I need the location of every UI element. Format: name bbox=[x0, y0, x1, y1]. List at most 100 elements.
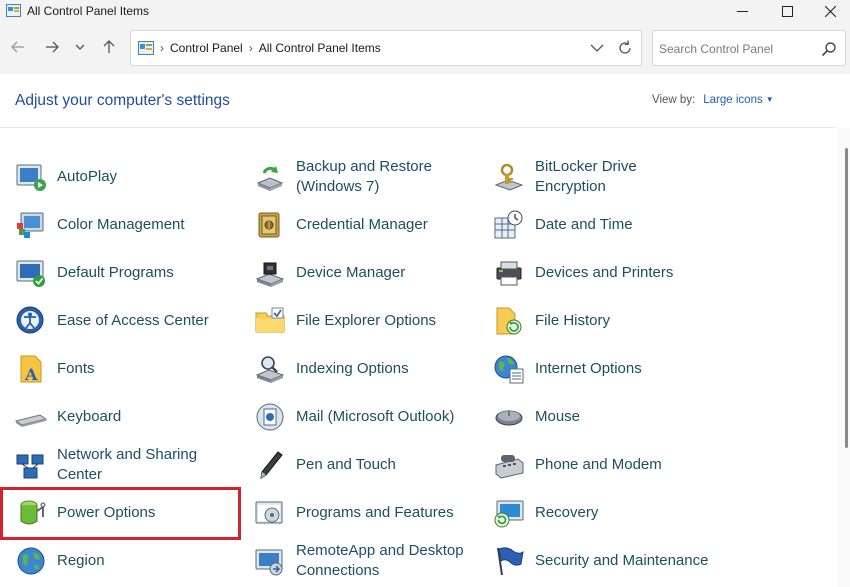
item-label: File Explorer Options bbox=[296, 312, 437, 329]
navigation-bar: › Control Panel › All Control Panel Items bbox=[0, 22, 850, 74]
search-box[interactable] bbox=[652, 30, 846, 66]
programs-features-icon bbox=[255, 501, 283, 524]
item-label: Credential Manager bbox=[296, 216, 428, 233]
window-title: All Control Panel Items bbox=[27, 4, 150, 18]
breadcrumb-all-items[interactable]: All Control Panel Items bbox=[259, 41, 381, 55]
vault-icon bbox=[258, 212, 280, 238]
item-network-sharing[interactable]: Network and Sharing Center bbox=[15, 443, 235, 487]
item-label: Mail (Microsoft Outlook) bbox=[296, 408, 455, 425]
breadcrumb-separator[interactable]: › bbox=[249, 41, 253, 55]
phone-icon bbox=[495, 455, 524, 479]
chevron-down-icon bbox=[75, 44, 85, 50]
item-label: Connections bbox=[296, 562, 380, 579]
caret-down-icon[interactable]: ▼ bbox=[766, 95, 774, 104]
item-region[interactable]: Region bbox=[15, 539, 235, 583]
item-programs-features[interactable]: Programs and Features bbox=[254, 491, 484, 535]
item-label: RemoteApp and Desktop bbox=[296, 542, 464, 559]
item-date-time[interactable]: Date and Time bbox=[493, 203, 723, 247]
item-label: Pen and Touch bbox=[296, 456, 396, 473]
up-button[interactable] bbox=[99, 36, 119, 58]
indexing-icon bbox=[255, 356, 285, 383]
item-autoplay[interactable]: AutoPlay bbox=[15, 155, 235, 199]
item-label: BitLocker Drive bbox=[535, 158, 637, 175]
item-label: Recovery bbox=[535, 504, 599, 521]
item-security-maintenance[interactable]: Security and Maintenance bbox=[493, 539, 723, 583]
item-label: Encryption bbox=[535, 178, 606, 195]
item-internet-options[interactable]: Internet Options bbox=[493, 347, 723, 391]
item-device-manager[interactable]: Device Manager bbox=[254, 251, 484, 295]
view-by: View by: Large icons ▼ bbox=[652, 94, 774, 106]
chevron-down-icon[interactable] bbox=[587, 39, 607, 57]
internet-options-icon bbox=[494, 355, 524, 384]
recovery-icon bbox=[494, 500, 524, 528]
item-label: Ease of Access Center bbox=[57, 312, 209, 329]
item-file-history[interactable]: File History bbox=[493, 299, 723, 343]
mouse-icon bbox=[495, 410, 523, 426]
scrollbar-thumb[interactable] bbox=[845, 148, 848, 448]
bitlocker-icon bbox=[494, 163, 524, 191]
item-remoteapp[interactable]: RemoteApp and Desktop Connections bbox=[254, 539, 484, 583]
item-color-management[interactable]: Color Management bbox=[15, 203, 235, 247]
address-bar[interactable]: › Control Panel › All Control Panel Items bbox=[130, 30, 642, 66]
forward-button[interactable] bbox=[42, 36, 62, 58]
item-label: Indexing Options bbox=[296, 360, 409, 377]
item-label: Default Programs bbox=[57, 264, 174, 281]
back-button[interactable] bbox=[8, 36, 28, 58]
search-icon[interactable] bbox=[821, 41, 837, 57]
default-programs-icon bbox=[16, 260, 45, 287]
breadcrumb-control-panel[interactable]: Control Panel bbox=[170, 41, 243, 55]
page-title: Adjust your computer's settings bbox=[15, 92, 230, 109]
item-label: Devices and Printers bbox=[535, 264, 674, 281]
svg-text:A: A bbox=[24, 365, 38, 384]
item-keyboard[interactable]: Keyboard bbox=[15, 395, 235, 439]
item-label: Programs and Features bbox=[296, 504, 454, 521]
item-recovery[interactable]: Recovery bbox=[493, 491, 723, 535]
control-panel-icon bbox=[138, 41, 154, 55]
item-default-programs[interactable]: Default Programs bbox=[15, 251, 235, 295]
arrow-up-icon bbox=[103, 40, 115, 53]
remoteapp-icon bbox=[255, 549, 283, 576]
item-bitlocker[interactable]: BitLocker Drive Encryption bbox=[493, 155, 723, 199]
item-credential-manager[interactable]: Credential Manager bbox=[254, 203, 484, 247]
recent-locations-button[interactable] bbox=[70, 36, 90, 58]
globe-icon bbox=[17, 547, 45, 575]
item-label: Center bbox=[57, 466, 103, 483]
minimize-button[interactable] bbox=[720, 0, 764, 22]
keyboard-icon bbox=[15, 414, 47, 427]
maximize-button[interactable] bbox=[765, 0, 809, 22]
item-ease-of-access[interactable]: Ease of Access Center bbox=[15, 299, 235, 343]
backup-restore-icon bbox=[256, 166, 284, 191]
item-pen-touch[interactable]: Pen and Touch bbox=[254, 443, 484, 487]
breadcrumb-separator[interactable]: › bbox=[160, 41, 164, 55]
ease-of-access-icon bbox=[16, 306, 44, 334]
item-file-explorer-options[interactable]: File Explorer Options bbox=[254, 299, 484, 343]
divider bbox=[0, 127, 836, 128]
view-by-dropdown[interactable]: Large icons bbox=[703, 94, 762, 106]
item-label: Region bbox=[57, 552, 105, 569]
file-history-icon bbox=[496, 307, 522, 335]
item-label: Internet Options bbox=[535, 360, 642, 377]
item-mouse[interactable]: Mouse bbox=[493, 395, 723, 439]
item-label: Fonts bbox=[57, 360, 95, 377]
item-backup-restore[interactable]: Backup and Restore (Windows 7) bbox=[254, 155, 484, 199]
arrow-left-icon bbox=[11, 41, 24, 53]
refresh-icon[interactable] bbox=[616, 39, 634, 57]
item-label: AutoPlay bbox=[57, 168, 118, 185]
item-label: Network and Sharing bbox=[57, 446, 198, 463]
scrollbar[interactable] bbox=[838, 128, 850, 587]
item-devices-printers[interactable]: Devices and Printers bbox=[493, 251, 723, 295]
flag-icon bbox=[497, 547, 524, 576]
item-phone-modem[interactable]: Phone and Modem bbox=[493, 443, 723, 487]
item-fonts[interactable]: A Fonts bbox=[15, 347, 235, 391]
title-bar: All Control Panel Items bbox=[0, 0, 850, 22]
item-mail[interactable]: Mail (Microsoft Outlook) bbox=[254, 395, 484, 439]
close-button[interactable] bbox=[808, 0, 850, 22]
item-label: Color Management bbox=[57, 216, 185, 233]
item-label: Keyboard bbox=[57, 408, 122, 425]
clock-icon bbox=[494, 210, 523, 239]
pen-icon bbox=[260, 451, 283, 479]
search-input[interactable] bbox=[659, 40, 819, 58]
item-indexing-options[interactable]: Indexing Options bbox=[254, 347, 484, 391]
mail-icon bbox=[256, 403, 284, 431]
arrow-right-icon bbox=[46, 41, 59, 53]
